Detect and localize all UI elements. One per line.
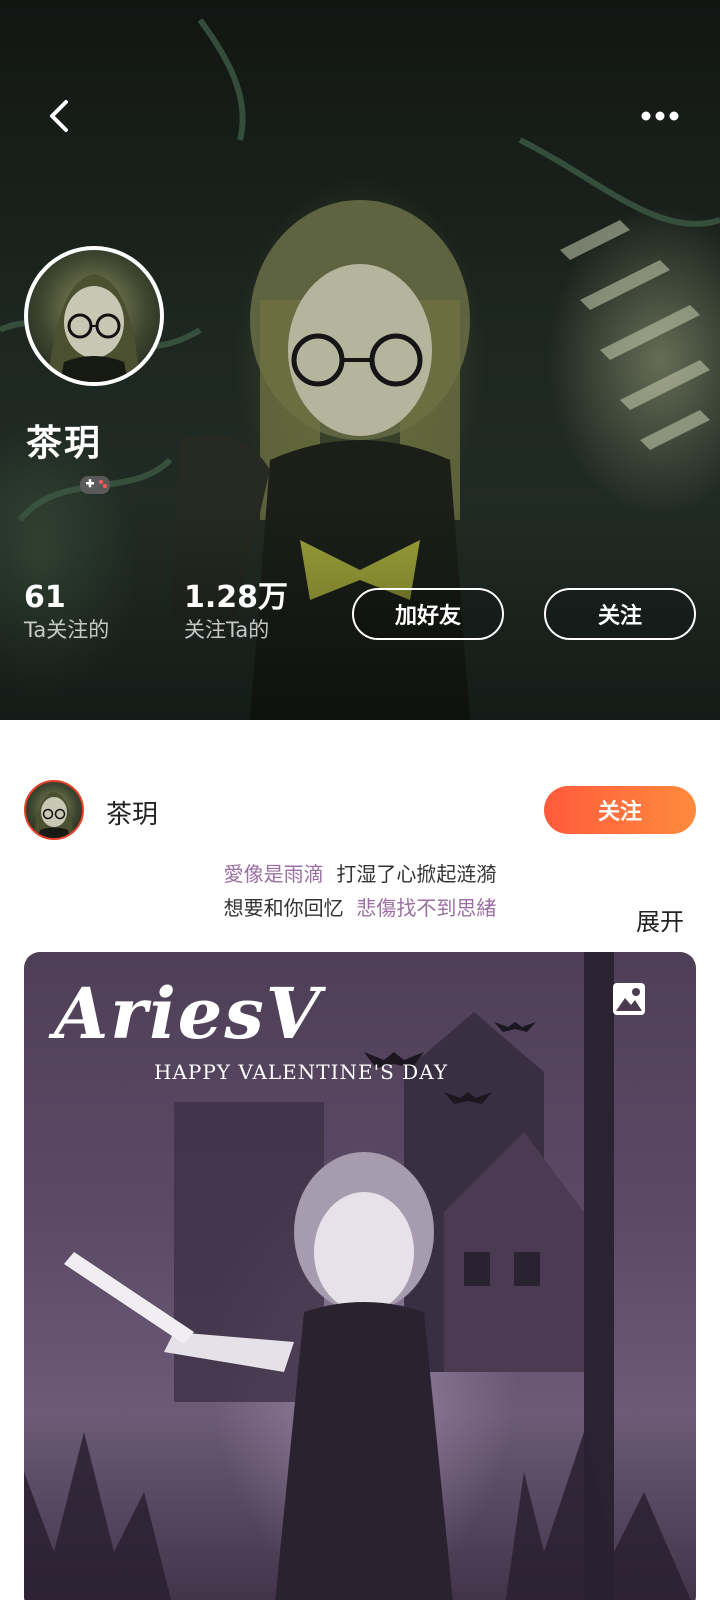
followers-stat[interactable]: 1.28万 关注Ta的 bbox=[184, 580, 288, 644]
chevron-left-icon bbox=[50, 100, 68, 132]
caption-segment: 想要和你回忆 bbox=[223, 896, 344, 920]
post-header: 茶玥 关注 bbox=[0, 772, 720, 852]
back-button[interactable] bbox=[28, 84, 92, 148]
avatar-portrait bbox=[48, 274, 140, 382]
more-dots-icon bbox=[641, 111, 679, 121]
following-label: Ta关注的 bbox=[24, 618, 110, 642]
image-subtitle-text: HAPPY VALENTINE'S DAY bbox=[154, 1060, 449, 1084]
following-stat[interactable]: 61 Ta关注的 bbox=[24, 580, 109, 644]
post-caption-line-2: 想要和你回忆 悲傷找不到思緒 bbox=[0, 892, 720, 921]
post-author-avatar[interactable] bbox=[24, 780, 84, 840]
caption-segment: 打湿了心掀起涟漪 bbox=[336, 862, 497, 886]
add-friend-button[interactable]: 加好友 bbox=[352, 588, 504, 640]
caption-segment: 悲傷找不到思緒 bbox=[356, 896, 497, 920]
followers-label: 关注Ta的 bbox=[184, 618, 270, 642]
following-count: 61 bbox=[24, 580, 66, 615]
post-caption-line-1: 愛像是雨滴 打湿了心掀起涟漪 bbox=[0, 858, 720, 887]
gamepad-icon bbox=[78, 470, 112, 498]
follow-button[interactable]: 关注 bbox=[544, 588, 696, 640]
profile-name: 茶玥 bbox=[26, 423, 103, 464]
post-follow-button[interactable]: 关注 bbox=[544, 786, 696, 834]
image-title-text: AriesV bbox=[54, 972, 323, 1055]
profile-avatar[interactable] bbox=[24, 246, 164, 386]
post-author-name[interactable]: 茶玥 bbox=[106, 794, 158, 831]
avatar-portrait-small bbox=[34, 792, 74, 838]
more-button[interactable] bbox=[628, 84, 692, 148]
caption-segment: 愛像是雨滴 bbox=[223, 862, 324, 886]
followers-count: 1.28万 bbox=[184, 580, 289, 615]
post-image[interactable]: AriesV HAPPY VALENTINE'S DAY bbox=[24, 952, 696, 1600]
expand-caption-button[interactable]: 展开 bbox=[636, 902, 684, 937]
image-icon bbox=[612, 982, 646, 1016]
